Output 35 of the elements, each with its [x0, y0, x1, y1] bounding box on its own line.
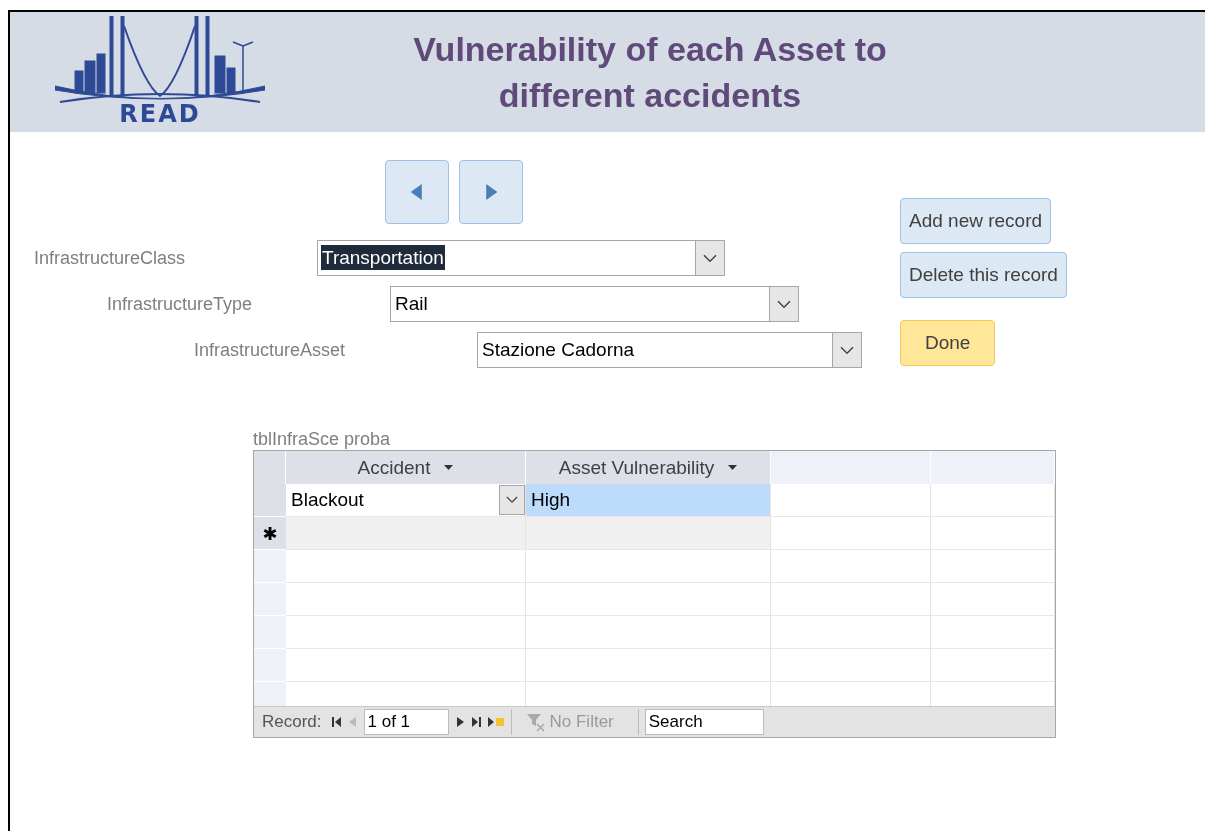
dropdown-icon[interactable]: [703, 253, 717, 263]
combo-box[interactable]: Stazione Cadorna: [477, 332, 862, 368]
sort-caret-icon[interactable]: [444, 465, 454, 470]
column-header[interactable]: Accident: [286, 451, 526, 484]
next-button[interactable]: [459, 160, 523, 224]
record-position-field[interactable]: 1 of 1: [363, 709, 449, 735]
dropdown-icon[interactable]: [840, 345, 854, 355]
action-button[interactable]: Delete this record: [900, 252, 1067, 298]
record-label: Record:: [262, 712, 322, 732]
previous-button[interactable]: [385, 160, 449, 224]
column-header[interactable]: Asset Vulnerability: [526, 451, 771, 484]
action-button[interactable]: Done: [900, 320, 996, 366]
field-label: InfrastructureAsset: [194, 339, 347, 361]
field-label: InfrastructureType: [107, 293, 254, 315]
right-triangle-icon[interactable]: [483, 184, 499, 200]
filter-off-icon: [525, 712, 546, 732]
field-label: InfrastructureClass: [34, 247, 187, 269]
search-field[interactable]: Search: [644, 709, 764, 735]
combo-box[interactable]: Rail: [390, 286, 799, 322]
sort-caret-icon[interactable]: [728, 465, 738, 470]
table-cell[interactable]: High: [526, 484, 771, 517]
logo-text: READ: [119, 100, 201, 128]
next-record-icon[interactable]: [454, 717, 465, 727]
subform-caption: tblInfraSce proba: [253, 428, 392, 450]
left-triangle-icon[interactable]: [409, 184, 425, 200]
dropdown-icon[interactable]: [506, 496, 518, 504]
form-title: Vulnerability of each Asset to different accidents: [412, 29, 888, 116]
new-record-marker: ✱: [254, 517, 286, 550]
new-record-icon[interactable]: [486, 717, 505, 727]
combo-box[interactable]: Transportation: [317, 240, 725, 276]
table-cell[interactable]: Blackout: [286, 484, 526, 517]
dropdown-icon[interactable]: [777, 299, 791, 309]
first-record-icon[interactable]: [331, 717, 342, 727]
action-button[interactable]: Add new record: [900, 198, 1052, 244]
last-record-icon[interactable]: [470, 717, 481, 727]
